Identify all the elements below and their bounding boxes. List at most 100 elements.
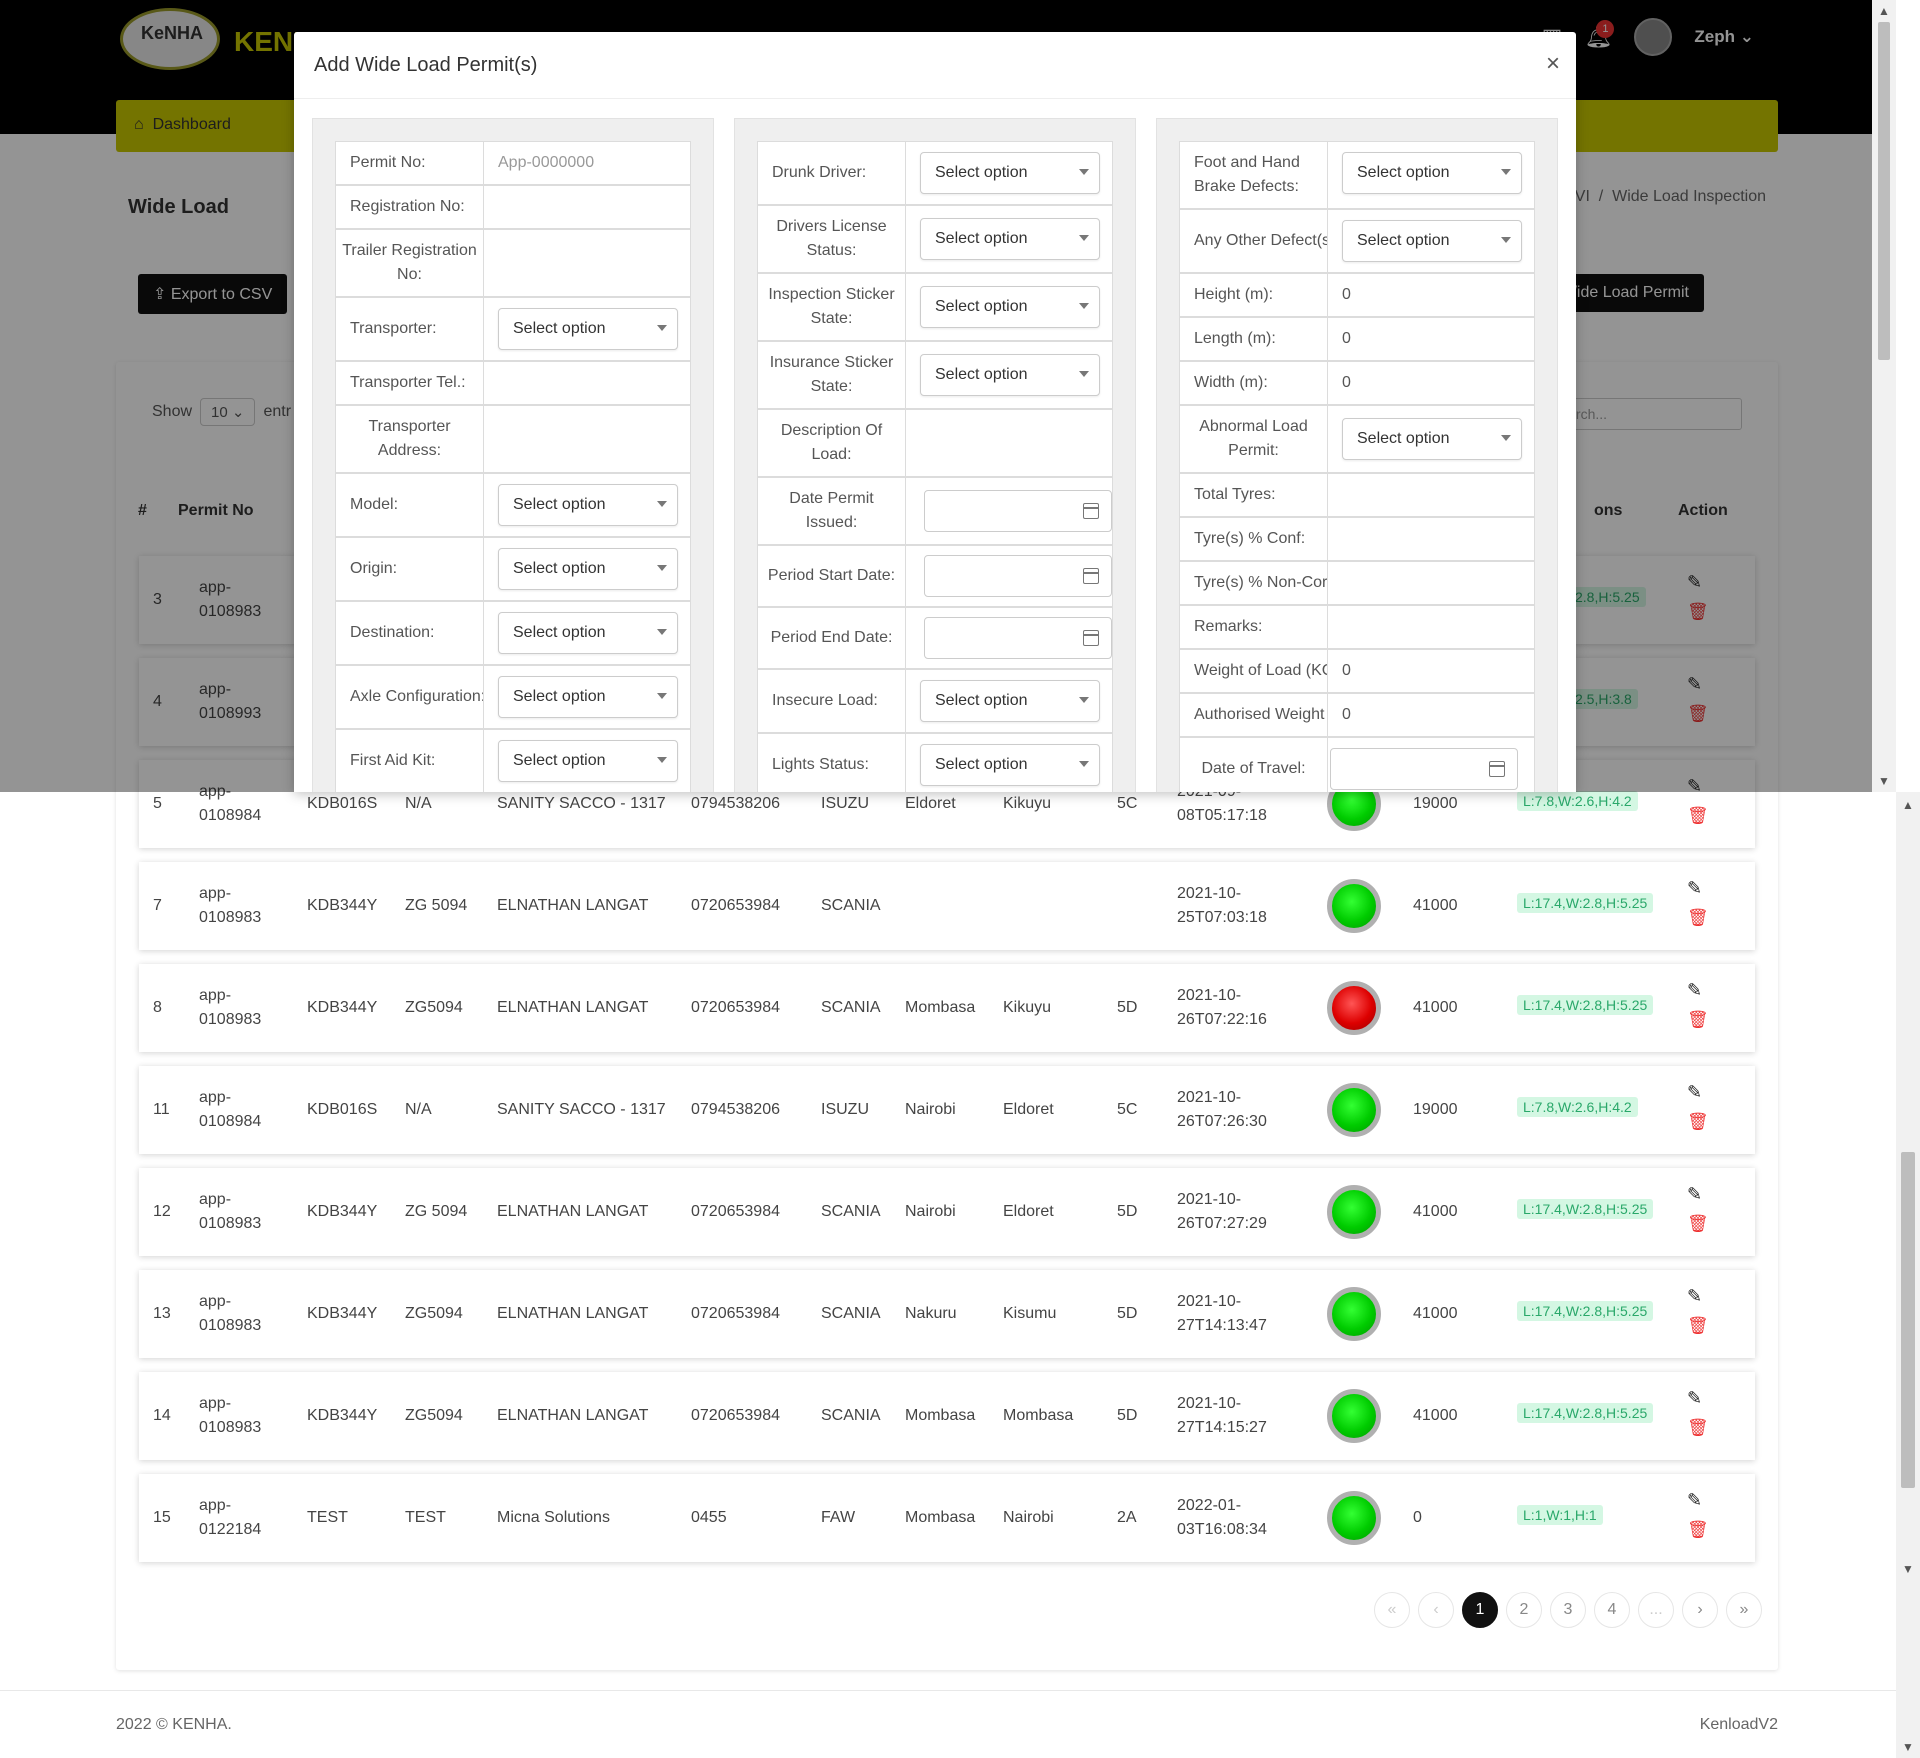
inspection-sticker-label: Inspection Sticker State: [758,274,906,340]
tyres-conf-input[interactable] [1328,518,1534,560]
authorised-weight-input[interactable]: 0 [1328,694,1534,736]
modal-scrollbar[interactable]: ▲ ▼ [1872,0,1896,792]
delete-icon[interactable]: 🗑︎ [1687,1112,1709,1132]
registration-input[interactable] [484,186,690,228]
delete-icon[interactable]: 🗑︎ [1687,806,1709,826]
travel-date-input[interactable] [1330,748,1518,790]
edit-icon[interactable]: ✎ [1687,1082,1702,1103]
scroll-up-icon[interactable]: ▲ [1902,798,1914,812]
calendar-icon[interactable] [1083,630,1099,646]
end-date-input[interactable] [924,617,1112,659]
transporter-tel-input[interactable] [484,362,690,404]
cell-permit-b: 0108983 [199,1011,262,1028]
first-aid-select[interactable]: Select option [498,740,678,782]
cell-reg: KDB344Y [307,897,378,914]
caret-down-icon [657,325,667,331]
edit-icon[interactable]: ✎ [1687,1286,1702,1307]
edit-icon[interactable]: ✎ [1687,1490,1702,1511]
model-select[interactable]: Select option [498,484,678,526]
modal-scrollbar-thumb[interactable] [1878,22,1890,360]
delete-icon[interactable]: 🗑︎ [1687,1316,1709,1336]
edit-icon[interactable]: ✎ [1687,878,1702,899]
dimensions-badge: L:17.4,W:2.8,H:5.25 [1517,1199,1654,1219]
cell-model: SCANIA [821,999,881,1016]
status-indicator-green [1327,1083,1381,1137]
page-scrollbar-thumb[interactable] [1901,1152,1915,1488]
page-ellipsis: ... [1638,1592,1674,1628]
next-page-button[interactable]: › [1682,1592,1718,1628]
cell-date-b: 26T07:22:16 [1177,1011,1267,1028]
width-input[interactable]: 0 [1328,362,1534,404]
model-label: Model: [336,474,484,536]
page-scrollbar[interactable]: ▲ ▼ ▼ [1896,792,1920,1758]
brake-defects-select[interactable]: Select option [1342,152,1522,194]
footer-version: KenloadV2 [1699,1716,1778,1733]
calendar-icon[interactable] [1083,503,1099,519]
weight-input[interactable]: 0 [1328,650,1534,692]
cell-weight: 41000 [1413,1407,1458,1424]
cell-permit-b: 0108983 [199,1317,262,1334]
cell-trailer: ZG 5094 [405,897,468,914]
axle-select[interactable]: Select option [498,676,678,718]
cell-date-b: 26T07:27:29 [1177,1215,1267,1232]
length-input[interactable]: 0 [1328,318,1534,360]
dimensions-badge: L:7.8,W:2.6,H:4.2 [1517,791,1638,811]
tyres-nonconf-input[interactable] [1328,562,1534,604]
inspection-sticker-select[interactable]: Select option [920,286,1100,328]
lights-select[interactable]: Select option [920,744,1100,786]
page-button-2[interactable]: 2 [1506,1592,1542,1628]
license-select[interactable]: Select option [920,218,1100,260]
status-indicator-green [1327,1287,1381,1341]
close-icon[interactable]: × [1546,50,1560,78]
cell-num: 15 [153,1509,171,1526]
remarks-input[interactable] [1328,606,1534,648]
last-page-button[interactable]: » [1726,1592,1762,1628]
start-date-input[interactable] [924,555,1112,597]
status-indicator-green [1327,1185,1381,1239]
cell-tel: 0455 [691,1509,727,1526]
cell-dest: Mombasa [1003,1407,1074,1424]
scroll-down-icon[interactable]: ▼ [1878,774,1890,788]
edit-icon[interactable]: ✎ [1687,1184,1702,1205]
cell-dest: Kikuyu [1003,999,1052,1016]
delete-icon[interactable]: 🗑︎ [1687,1418,1709,1438]
delete-icon[interactable]: 🗑︎ [1687,1214,1709,1234]
page-button-4[interactable]: 4 [1594,1592,1630,1628]
page-button-3[interactable]: 3 [1550,1592,1586,1628]
transporter-address-input[interactable] [484,406,690,472]
tyres-nonconf-row: Tyre(s) % Non-Cor [1179,561,1535,605]
calendar-icon[interactable] [1489,761,1505,777]
delete-icon[interactable]: 🗑︎ [1687,908,1709,928]
total-tyres-input[interactable] [1328,474,1534,516]
cell-dest: Nairobi [1003,1509,1054,1526]
transporter-select[interactable]: Select option [498,308,678,350]
destination-select[interactable]: Select option [498,612,678,654]
drunk-driver-select[interactable]: Select option [920,152,1100,194]
other-defects-select[interactable]: Select option [1342,220,1522,262]
height-input[interactable]: 0 [1328,274,1534,316]
origin-select[interactable]: Select option [498,548,678,590]
cell-trailer: ZG5094 [405,999,463,1016]
insecure-load-select[interactable]: Select option [920,680,1100,722]
edit-icon[interactable]: ✎ [1687,1388,1702,1409]
prev-page-button[interactable]: ‹ [1418,1592,1454,1628]
permit-no-input[interactable]: App-0000000 [484,142,690,184]
calendar-icon[interactable] [1083,568,1099,584]
page-button-1[interactable]: 1 [1462,1592,1498,1628]
dimensions-badge: L:17.4,W:2.8,H:5.25 [1517,1301,1654,1321]
abnormal-permit-select[interactable]: Select option [1342,418,1522,460]
scroll-down-icon[interactable]: ▼ [1902,1562,1914,1576]
scroll-down-icon[interactable]: ▼ [1902,1740,1914,1754]
cell-date-a: 2021-10- [1177,1395,1242,1412]
first-page-button[interactable]: « [1374,1592,1410,1628]
delete-icon[interactable]: 🗑︎ [1687,1010,1709,1030]
insurance-sticker-select[interactable]: Select option [920,354,1100,396]
scroll-up-icon[interactable]: ▲ [1878,4,1890,18]
trailer-input[interactable] [484,230,690,296]
edit-icon[interactable]: ✎ [1687,980,1702,1001]
status-indicator-green [1327,1389,1381,1443]
delete-icon[interactable]: 🗑︎ [1687,1520,1709,1540]
description-input[interactable] [906,410,1112,476]
date-issued-input[interactable] [924,490,1112,532]
start-date-row: Period Start Date: [757,545,1113,607]
